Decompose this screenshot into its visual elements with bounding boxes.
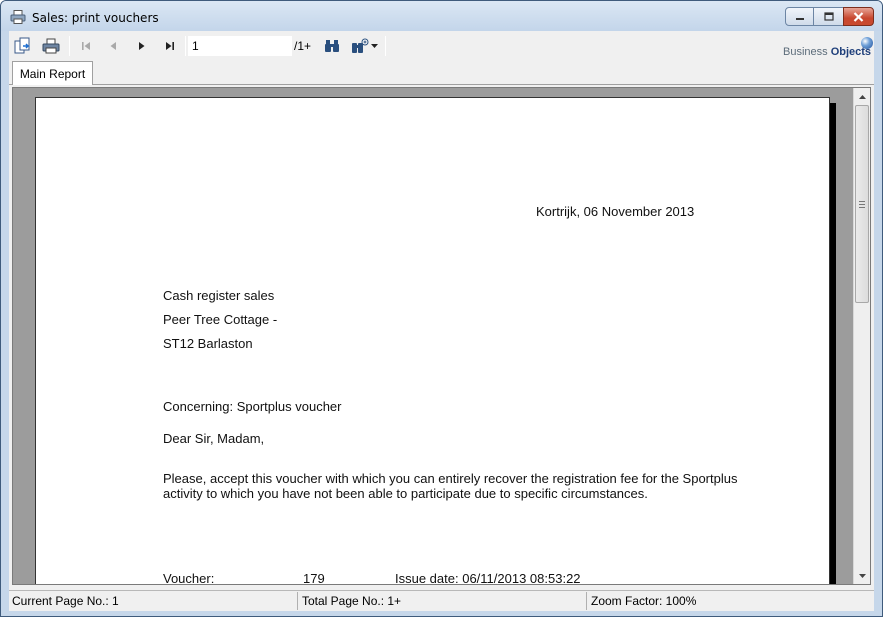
first-page-button[interactable]	[75, 36, 97, 56]
printer-icon	[10, 10, 26, 24]
issue-date: Issue date: 06/11/2013 08:53:22	[395, 571, 581, 585]
logo-text-light: Business	[783, 46, 828, 58]
page-number-input[interactable]	[188, 36, 292, 56]
body-paragraph: Please, accept this voucher with which y…	[163, 471, 738, 501]
concerning-line: Concerning: Sportplus voucher	[163, 399, 342, 414]
salutation: Dear Sir, Madam,	[163, 431, 265, 446]
tab-main-report[interactable]: Main Report	[12, 61, 93, 85]
next-page-icon	[139, 42, 145, 50]
minimize-icon	[795, 17, 804, 20]
next-page-button[interactable]	[131, 36, 153, 56]
scroll-up-button[interactable]	[854, 88, 870, 105]
close-icon	[853, 11, 864, 22]
first-page-icon	[82, 42, 90, 50]
zoom-dropdown-button[interactable]	[348, 36, 380, 56]
chevron-down-icon	[370, 43, 378, 48]
chevron-up-icon	[858, 94, 866, 99]
window-title: Sales: print vouchers	[32, 11, 159, 25]
tab-strip: Main Report	[9, 59, 874, 85]
scroll-thumb[interactable]	[855, 105, 869, 303]
title-bar[interactable]: Sales: print vouchers	[1, 1, 882, 31]
total-page-status: Total Page No.: 1+	[302, 594, 402, 608]
export-icon	[14, 37, 30, 54]
scroll-down-button[interactable]	[854, 567, 870, 584]
last-page-button[interactable]	[159, 36, 181, 56]
logo-dot-icon	[861, 37, 873, 49]
last-page-icon	[166, 42, 174, 50]
printer-icon	[42, 38, 60, 54]
vertical-scrollbar[interactable]	[853, 88, 870, 584]
address-line: Peer Tree Cottage -	[163, 312, 278, 327]
report-toolbar: /1+ Business Objects	[9, 31, 874, 59]
app-window: Sales: print vouchers 1 /1+ Business Obj…	[0, 0, 883, 617]
zoom-icon	[351, 38, 368, 53]
client-area: /1+ Business Objects	[9, 31, 874, 611]
zoom-status: Zoom Factor: 100%	[591, 594, 697, 608]
maximize-icon	[823, 12, 834, 21]
minimize-button[interactable]	[785, 7, 814, 26]
binoculars-icon	[325, 40, 339, 52]
report-page: Kortrijk, 06 November 2013 Cash register…	[35, 97, 830, 585]
chevron-down-icon	[858, 573, 866, 578]
export-button[interactable]	[12, 36, 34, 56]
voucher-number: 179	[303, 571, 325, 585]
previous-page-button[interactable]	[102, 36, 124, 56]
report-viewer[interactable]: Kortrijk, 06 November 2013 Cash register…	[12, 87, 871, 585]
voucher-label: Voucher:	[163, 571, 215, 585]
maximize-button[interactable]	[813, 7, 844, 26]
status-bar: Current Page No.: 1 Total Page No.: 1+ Z…	[9, 590, 874, 610]
print-button[interactable]	[40, 36, 62, 56]
find-button[interactable]	[321, 36, 343, 56]
page-total-label: /1+	[294, 39, 312, 53]
previous-page-icon	[110, 42, 116, 50]
date-line: Kortrijk, 06 November 2013	[536, 204, 695, 219]
address-line: Cash register sales	[163, 288, 275, 303]
address-line: ST12 Barlaston	[163, 336, 253, 351]
current-page-status: Current Page No.: 1	[12, 594, 119, 608]
business-objects-logo: Business Objects	[783, 37, 875, 59]
close-button[interactable]	[843, 7, 874, 26]
